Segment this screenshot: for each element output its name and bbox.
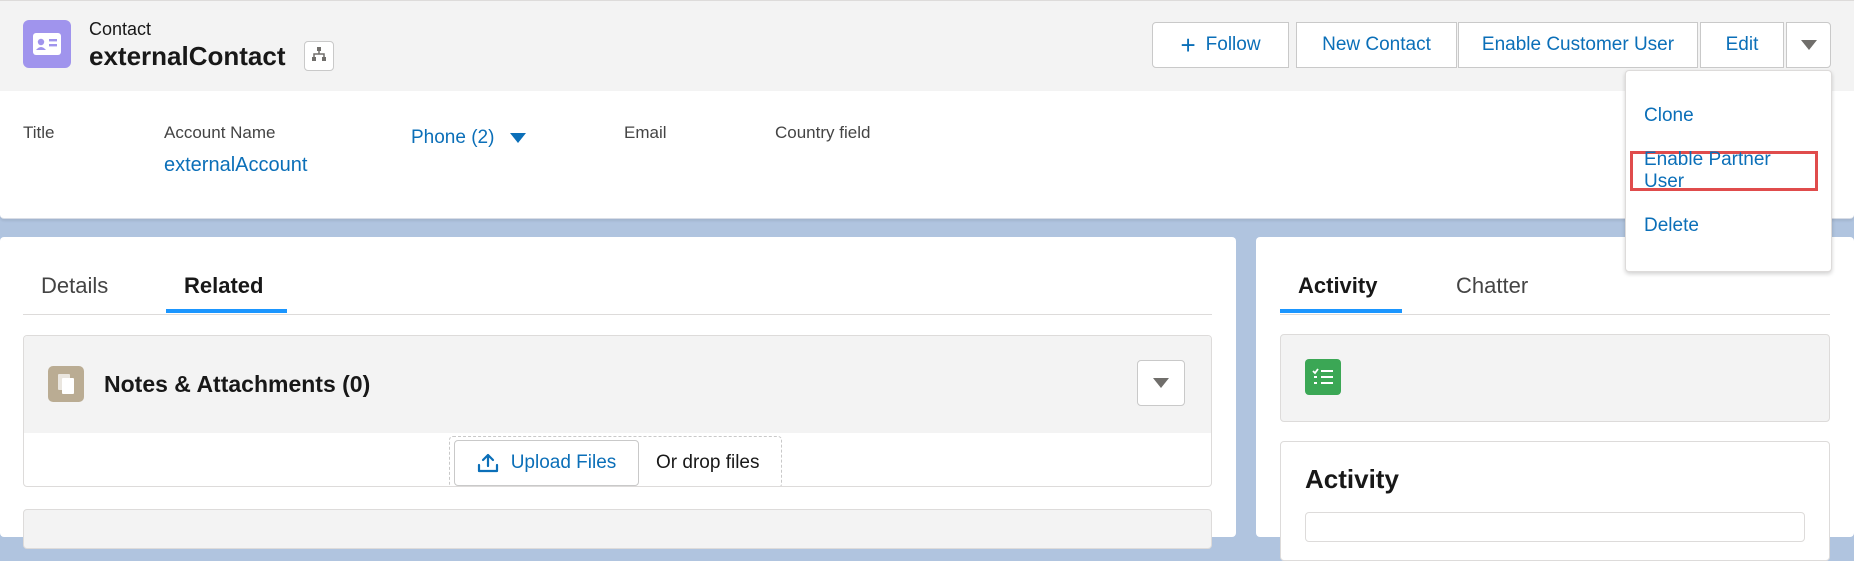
notes-card-menu-button[interactable] (1137, 360, 1185, 406)
plus-icon: + (1180, 30, 1196, 60)
file-icon (48, 366, 84, 402)
menu-item-enable-partner-user[interactable]: Enable Partner User (1630, 149, 1818, 192)
email-field-label: Email (624, 123, 667, 142)
drop-files-text: Or drop files (656, 452, 760, 473)
chevron-down-icon (1800, 40, 1817, 50)
active-tab-indicator (166, 309, 287, 313)
follow-button-label: Follow (1205, 34, 1261, 55)
country-field-label: Country field (775, 123, 871, 142)
title-field-label: Title (23, 123, 55, 142)
record-name: externalContact (89, 41, 286, 71)
enable-customer-user-button[interactable]: Enable Customer User (1458, 22, 1698, 68)
menu-item-delete[interactable]: Delete (1644, 215, 1699, 237)
tab-related[interactable]: Related (184, 273, 263, 299)
edit-button[interactable]: Edit (1700, 22, 1784, 68)
notes-attachments-header: Notes & Attachments (0) (24, 336, 1211, 433)
tab-chatter[interactable]: Chatter (1456, 273, 1528, 299)
contact-card-icon (23, 20, 71, 68)
hierarchy-icon (311, 46, 327, 67)
more-actions-button[interactable] (1786, 22, 1831, 68)
record-detail-panel: Details Related Notes & Attachments (0) (0, 237, 1236, 549)
chevron-down-icon (510, 133, 527, 143)
tabs-divider (23, 314, 1212, 315)
upload-icon (477, 453, 498, 473)
activity-timeline-card: Activity (1280, 441, 1830, 561)
chevron-down-icon (1153, 378, 1169, 388)
notes-attachments-card: Notes & Attachments (0) Upload Files Or … (23, 335, 1212, 487)
activity-filter-bar[interactable] (1305, 512, 1805, 542)
account-name-link[interactable]: externalAccount (164, 154, 307, 177)
phone-dropdown-label: Phone (2) (411, 127, 495, 148)
record-header-top: Contact externalContact + Follow New Con… (0, 0, 1854, 91)
follow-button[interactable]: + Follow (1152, 22, 1289, 68)
view-hierarchy-button[interactable] (304, 41, 334, 71)
tab-activity[interactable]: Activity (1298, 273, 1377, 299)
tabs-divider (1280, 314, 1830, 315)
more-actions-menu: Clone Enable Partner User Delete (1625, 70, 1832, 272)
menu-item-clone[interactable]: Clone (1644, 105, 1694, 127)
object-label: Contact (89, 19, 152, 39)
tab-details[interactable]: Details (41, 273, 108, 299)
file-drop-zone[interactable]: Upload Files Or drop files (449, 436, 782, 486)
upload-files-label: Upload Files (510, 452, 617, 473)
task-list-icon[interactable] (1305, 359, 1341, 395)
activity-card-title: Activity (1305, 464, 1399, 494)
related-list-card (23, 509, 1212, 549)
record-header: Contact externalContact + Follow New Con… (0, 0, 1854, 219)
new-contact-button[interactable]: New Contact (1296, 22, 1457, 68)
notes-attachments-title[interactable]: Notes & Attachments (0) (104, 371, 370, 398)
account-name-field-label: Account Name (164, 123, 276, 142)
upload-files-button[interactable]: Upload Files (454, 440, 639, 486)
active-tab-indicator (1280, 309, 1402, 313)
activity-publisher (1280, 334, 1830, 422)
phone-dropdown[interactable]: Phone (2) (411, 127, 527, 149)
activity-panel: Activity Chatter Activity (1256, 237, 1854, 561)
